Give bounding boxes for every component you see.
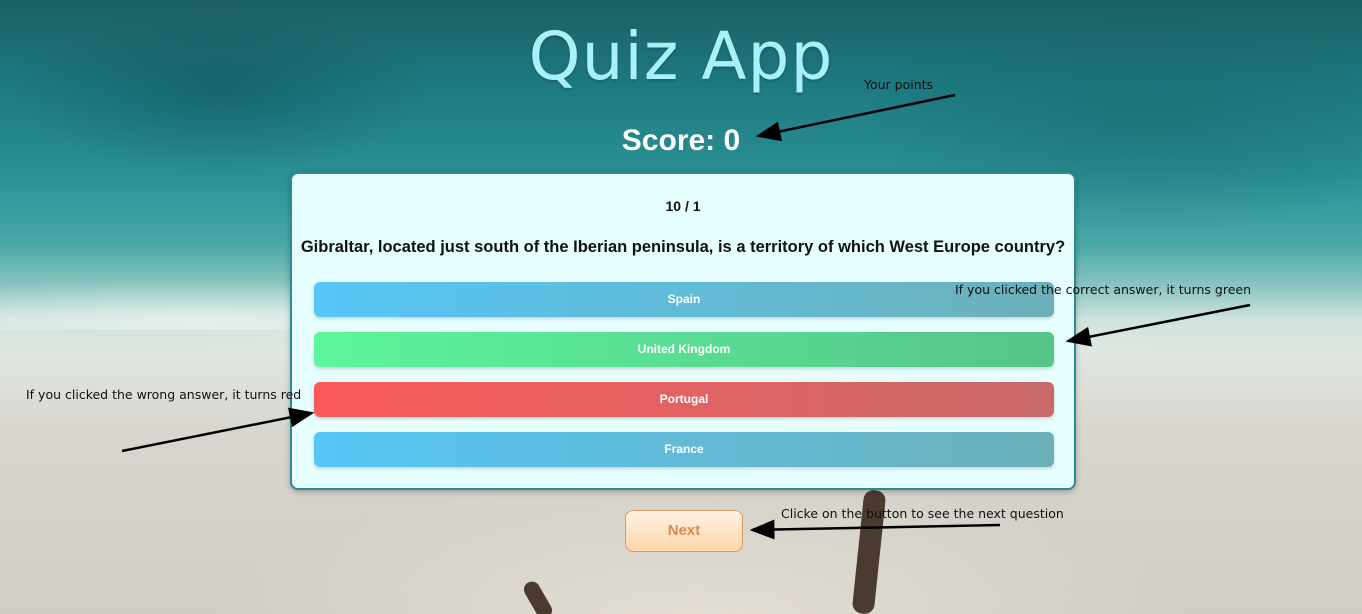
score-display: Score: 0 [621,124,741,157]
app-title: Quiz App [528,18,834,95]
background-palm-trunk-2 [521,578,555,614]
question-text: Gibraltar, located just south of the Ibe… [300,238,1066,256]
answer-button-portugal[interactable]: Portugal [314,382,1054,417]
arrow-to-correct-answer [1065,303,1251,347]
annotation-correct: If you clicked the correct answer, it tu… [955,282,1252,297]
annotation-next: Clicke on the button to see the next que… [781,506,1064,521]
next-button[interactable]: Next [625,510,743,552]
answer-button-united-kingdom[interactable]: United Kingdom [314,332,1054,367]
annotation-points: Your points [864,77,934,92]
annotation-wrong: If you clicked the wrong answer, it turn… [26,387,302,402]
quiz-card: 10 / 1 Gibraltar, located just south of … [290,172,1076,490]
answer-button-france[interactable]: France [314,432,1054,467]
question-counter: 10 / 1 [665,198,701,214]
answer-button-spain[interactable]: Spain [314,282,1054,317]
arrow-to-next-button [749,519,1001,540]
arrow-to-wrong-answer [121,407,315,453]
